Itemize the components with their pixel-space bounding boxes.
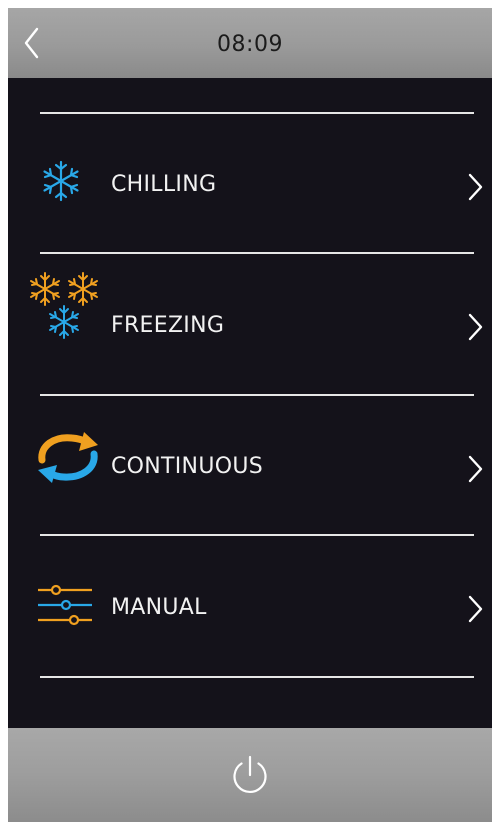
- mode-menu: CHILLING FREEZING CONTINUOUS MANUAL: [8, 78, 492, 728]
- menu-item-label: MANUAL: [111, 595, 207, 620]
- menu-item-label: CHILLING: [111, 172, 217, 197]
- chevron-left-icon: [24, 27, 39, 59]
- power-button[interactable]: [228, 754, 272, 798]
- clock-time: 08:09: [217, 32, 283, 57]
- menu-item-label: CONTINUOUS: [111, 454, 264, 479]
- header-bar: 08:09: [8, 8, 492, 78]
- footer-bar: [8, 728, 492, 822]
- triple-snowflake-icon: [30, 272, 98, 339]
- back-button[interactable]: [22, 24, 58, 62]
- chevron-right-icon: [468, 455, 483, 483]
- device-screen: 08:09 CHILLING FREEZING CONTINUOUS MANUA…: [8, 8, 492, 822]
- chevron-right-icon: [468, 313, 483, 341]
- menu-item-freezing[interactable]: FREEZING: [8, 254, 492, 392]
- cycle-arrows-icon: [38, 432, 98, 483]
- chevron-right-icon: [468, 173, 483, 201]
- menu-item-chilling[interactable]: CHILLING: [8, 114, 492, 252]
- menu-item-label: FREEZING: [111, 313, 225, 338]
- menu-item-continuous[interactable]: CONTINUOUS: [8, 396, 492, 534]
- power-icon: [233, 755, 267, 793]
- menu-divider: [40, 676, 474, 678]
- snowflake-icon: [43, 160, 79, 202]
- menu-item-manual[interactable]: MANUAL: [8, 536, 492, 674]
- sliders-icon: [38, 584, 92, 626]
- chevron-right-icon: [468, 595, 483, 623]
